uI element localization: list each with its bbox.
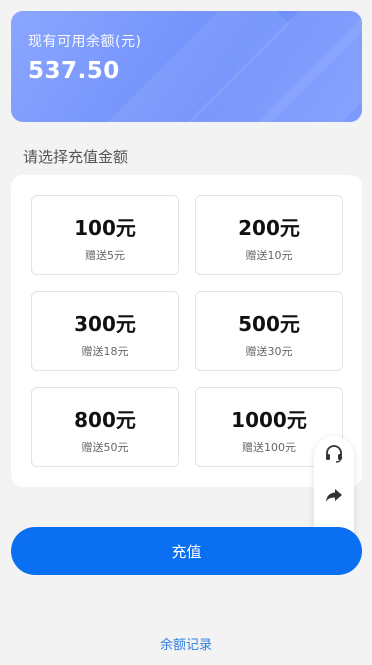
balance-history-link[interactable]: 余额记录 (0, 634, 372, 653)
balance-value: 537.50 (28, 58, 120, 84)
option-bonus: 赠送10元 (245, 249, 293, 262)
option-amount: 1000元 (231, 408, 307, 432)
option-amount: 500元 (238, 312, 300, 336)
recharge-options: 100元 赠送5元 200元 赠送10元 300元 赠送18元 500元 赠送3… (11, 175, 362, 487)
option-bonus: 赠送5元 (85, 249, 125, 262)
recharge-option-300[interactable]: 300元 赠送18元 (31, 291, 179, 371)
recharge-option-500[interactable]: 500元 赠送30元 (195, 291, 343, 371)
balance-card: 现有可用余额(元) 537.50 (11, 11, 362, 122)
recharge-option-100[interactable]: 100元 赠送5元 (31, 195, 179, 275)
section-title: 请选择充值金额 (23, 148, 129, 166)
option-amount: 200元 (238, 216, 300, 240)
option-amount: 800元 (74, 408, 136, 432)
option-amount: 300元 (74, 312, 136, 336)
option-amount: 100元 (74, 216, 136, 240)
balance-label: 现有可用余额(元) (28, 34, 142, 50)
recharge-button[interactable]: 充值 (11, 527, 362, 575)
recharge-option-200[interactable]: 200元 赠送10元 (195, 195, 343, 275)
headset-icon[interactable] (324, 444, 344, 464)
option-bonus: 赠送50元 (81, 441, 129, 454)
option-bonus: 赠送18元 (81, 345, 129, 358)
share-icon[interactable] (324, 485, 344, 505)
recharge-option-800[interactable]: 800元 赠送50元 (31, 387, 179, 467)
option-bonus: 赠送30元 (245, 345, 293, 358)
